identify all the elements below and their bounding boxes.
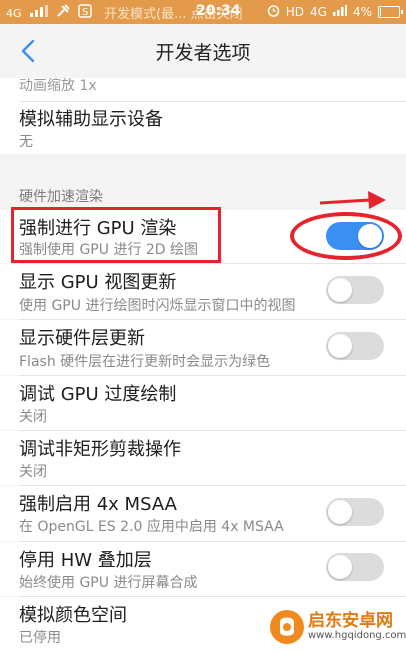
list-item-show-gpu-view-updates[interactable]: 显示 GPU 视图更新 使用 GPU 进行绘图时闪烁显示窗口中的视图 [0,264,406,319]
status-left: 4G S [6,4,92,22]
force-4x-msaa-toggle[interactable] [326,498,384,526]
list-item-debug-non-rect-clip[interactable]: 调试非矩形剪裁操作 关闭 [0,431,406,485]
highlight-ellipse-annotation [290,212,402,260]
list-item-subtitle: 在 OpenGL ES 2.0 应用中启用 4x MSAA [19,519,284,535]
battery-fill [380,8,381,16]
list-item-subtitle: 关闭 [19,409,47,425]
clock: 20:34 [196,3,241,19]
list-item-subtitle: 始终使用 GPU 进行屏幕合成 [19,575,198,591]
list-item-title: 模拟颜色空间 [19,605,127,626]
battery-icon [378,6,403,18]
list-item-subtitle: 关闭 [19,464,47,480]
list-item-simulate-secondary-display[interactable]: 模拟辅助显示设备 无 [0,102,406,154]
watermark-logo-icon [270,610,304,644]
page-title: 开发者选项 [155,42,251,64]
network-label: 4G [310,5,327,19]
signal-bars-icon-2 [332,5,347,19]
svg-text:S: S [82,7,88,18]
title-bar: 开发者选项 [0,24,406,78]
list-item-show-hardware-layer-updates[interactable]: 显示硬件层更新 Flash 硬件层在进行更新时会显示为绿色 [0,320,406,375]
watermark-url: www.hgqidong.com [308,629,406,641]
list-item-title: 显示硬件层更新 [19,328,145,349]
signal-bars-icon [29,5,48,21]
status-bar: 4G S 开发模式(最... 点击关闭 20:34 HD 4G 4% [0,0,406,24]
app-s-icon: S [77,4,92,22]
hardware-layer-updates-toggle[interactable] [326,332,384,360]
signal-label: 4G [6,6,22,20]
disable-hw-overlays-toggle[interactable] [326,553,384,581]
list-item-title: 停用 HW 叠加层 [19,550,152,571]
gpu-view-updates-toggle[interactable] [326,276,384,304]
toggle-knob [328,500,352,524]
list-item-title: 调试非矩形剪裁操作 [19,439,181,460]
highlight-box-annotation [11,207,221,263]
arrow-right-annotation-icon [318,188,388,216]
list-item-subtitle: 使用 GPU 进行绘图时闪烁显示窗口中的视图 [19,298,296,314]
list-item-title: 强制启用 4x MSAA [19,494,177,515]
toggle-knob [328,555,352,579]
watermark: 启东安卓网 www.hgqidong.com [270,606,406,648]
list-item-title: 模拟辅助显示设备 [19,109,163,130]
list-item-subtitle: 无 [19,134,33,150]
toggle-knob [328,334,352,358]
list-item-debug-gpu-overdraw[interactable]: 调试 GPU 过度绘制 关闭 [0,376,406,430]
status-right: HD 4G 4% [267,4,403,20]
tools-icon [56,4,70,22]
list-item-title: 调试 GPU 过度绘制 [19,384,177,405]
list-item-title: 显示 GPU 视图更新 [19,272,177,293]
toggle-knob [328,278,352,302]
list-item-title: 动画缩放 1x [19,78,97,94]
watermark-text: 启东安卓网 www.hgqidong.com [308,610,406,641]
list-item-animation-scale[interactable]: 动画缩放 1x [0,78,406,102]
list-item-disable-hw-overlays[interactable]: 停用 HW 叠加层 始终使用 GPU 进行屏幕合成 [0,542,406,596]
alarm-icon [267,4,280,20]
section-header-hardware-rendering: 硬件加速渲染 [19,189,103,205]
hd-label: HD [285,5,305,19]
watermark-name: 启东安卓网 [308,610,393,631]
list-item-force-4x-msaa[interactable]: 强制启用 4x MSAA 在 OpenGL ES 2.0 应用中启用 4x MS… [0,486,406,541]
list-item-subtitle: Flash 硬件层在进行更新时会显示为绿色 [19,354,271,370]
battery-percent: 4% [352,5,372,19]
list-item-subtitle: 已停用 [19,630,61,646]
